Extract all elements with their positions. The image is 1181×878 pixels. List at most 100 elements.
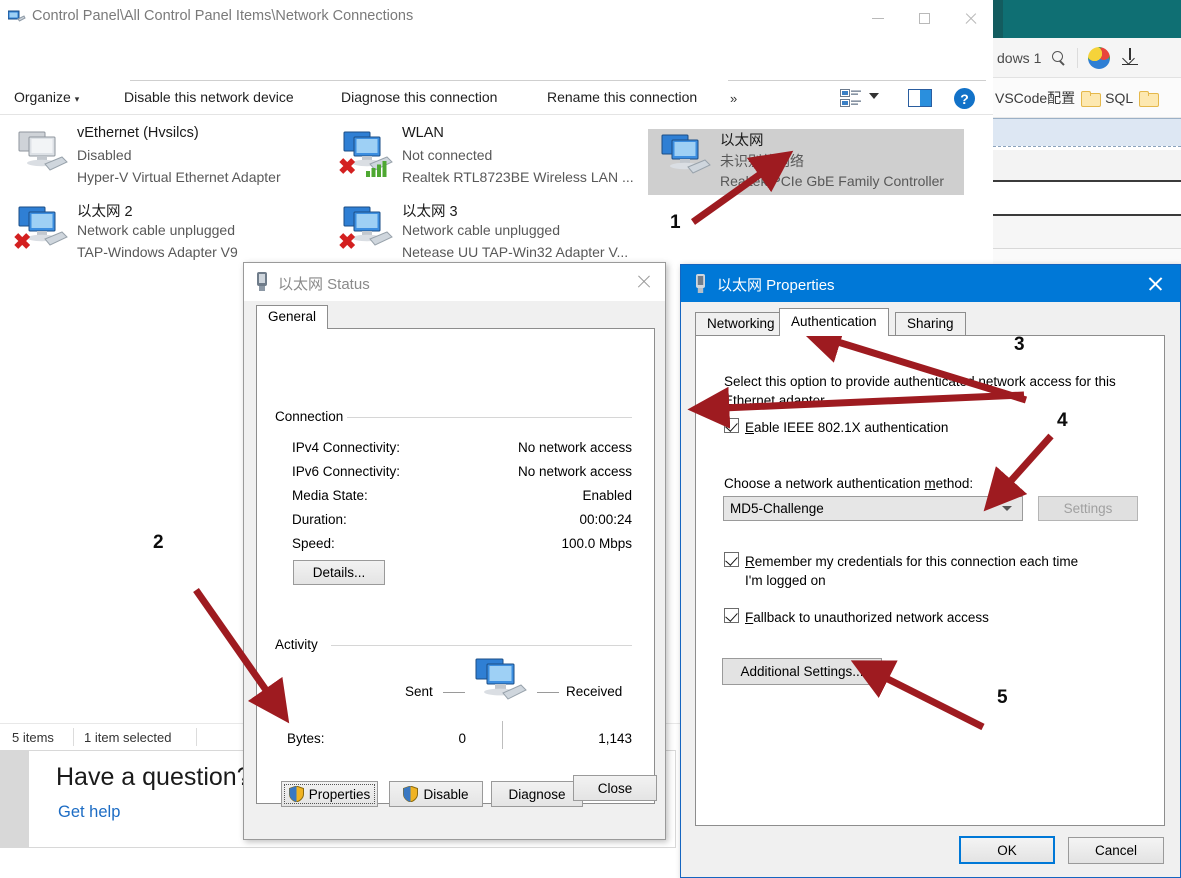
tab-networking[interactable]: Networking (695, 312, 787, 336)
tab-authentication[interactable]: Authentication (779, 308, 889, 336)
field-value-ipv4: No network access (517, 440, 632, 455)
remember-credentials-label: Remember my credentials for this connect… (745, 554, 1079, 569)
background-toolbar: dows 1 (993, 38, 1181, 78)
table-row (993, 182, 1181, 214)
network-adapter-icon (661, 134, 711, 174)
status-dialog-title: 以太网 Status (278, 276, 370, 293)
adapter-tile-ethernet-2[interactable]: ✖ 以太网 2 Network cable unplugged TAP-Wind… (5, 195, 321, 267)
properties-authentication-panel: Select this option to provide authentica… (695, 335, 1165, 826)
adapter-state: Not connected (402, 147, 493, 163)
adapter-device: TAP-Windows Adapter V9 (77, 244, 238, 260)
properties-button[interactable]: Properties (281, 781, 378, 807)
connection-group-label: Connection (271, 409, 348, 424)
organize-button[interactable]: Organize ▾ (14, 89, 79, 105)
tab-general[interactable]: General (256, 305, 329, 329)
adapter-state: Network cable unplugged (77, 222, 235, 238)
sent-label: Sent (405, 684, 433, 699)
network-properties-icon (696, 274, 705, 293)
close-icon[interactable] (636, 274, 651, 289)
disable-device-button[interactable]: Disable this network device (124, 89, 294, 105)
explorer-title: Control Panel\All Control Panel Items\Ne… (32, 8, 414, 24)
close-icon[interactable] (1147, 276, 1162, 291)
disabled-x-icon: ✖ (13, 229, 32, 254)
disabled-x-icon: ✖ (338, 229, 357, 254)
annotation-number-2: 2 (153, 532, 164, 553)
minimize-icon (872, 17, 884, 20)
activity-line-left (443, 692, 465, 693)
preview-pane-icon[interactable] (908, 89, 932, 107)
field-value-duration: 00:00:24 (579, 512, 632, 527)
get-help-link[interactable]: Get help (58, 803, 120, 822)
background-tab-label: dows 1 (997, 49, 1042, 66)
diagnose-connection-button[interactable]: Diagnose this connection (341, 89, 497, 105)
window-buttons (855, 0, 993, 37)
maximize-button[interactable] (901, 0, 947, 37)
maximize-icon (918, 13, 930, 24)
close-button[interactable] (947, 0, 993, 37)
field-value-ipv6: No network access (517, 464, 632, 479)
details-button[interactable]: Details... (293, 560, 385, 585)
additional-settings-button[interactable]: Additional Settings... (722, 658, 882, 685)
close-button[interactable]: Close (573, 775, 657, 801)
disabled-x-icon: ✖ (338, 154, 357, 179)
status-selection-count: 1 item selected (84, 730, 172, 745)
remember-credentials-checkbox[interactable] (724, 552, 739, 567)
ok-button[interactable]: OK (959, 836, 1055, 864)
adapter-state: 未识别的网络 (720, 153, 804, 169)
adapter-state: Network cable unplugged (402, 222, 560, 238)
auth-intro-line1: Select this option to provide authentica… (724, 374, 1116, 389)
field-label-duration: Duration: (292, 512, 347, 527)
chevron-down-icon (1002, 506, 1012, 511)
annotation-number-3: 3 (1014, 334, 1025, 355)
rename-connection-button[interactable]: Rename this connection (547, 89, 697, 105)
help-icon[interactable]: ? (954, 88, 975, 109)
adapter-tile-ethernet-selected[interactable]: 以太网 未识别的网络 Realtek PCIe GbE Family Contr… (648, 129, 964, 195)
shield-icon (288, 786, 304, 802)
diagnose-button[interactable]: Diagnose (491, 781, 583, 807)
field-value-media-state: Enabled (582, 488, 632, 503)
cancel-button[interactable]: Cancel (1068, 837, 1164, 864)
minimize-button[interactable] (855, 0, 901, 37)
adapter-state: Disabled (77, 147, 132, 163)
wifi-signal-icon (366, 161, 387, 177)
background-titlebar (993, 0, 1181, 38)
explorer-titlebar: Control Panel\All Control Panel Items\Ne… (0, 0, 993, 37)
help-card-shadow (0, 750, 28, 848)
tab-sharing[interactable]: Sharing (895, 312, 966, 336)
auth-method-dropdown[interactable]: MD5-Challenge (723, 496, 1023, 521)
download-icon[interactable] (1120, 47, 1140, 68)
ethernet-properties-dialog: 以太网 Properties Networking Authentication… (680, 264, 1181, 878)
group-divider (331, 645, 632, 646)
group-divider (347, 417, 632, 418)
activity-line-right (537, 692, 559, 693)
bookmark-label-sql[interactable]: SQL (1105, 90, 1133, 106)
enable-8021x-label: Eable IEEE 802.1X authentication (745, 420, 949, 435)
annotation-number-5: 5 (997, 687, 1008, 708)
adapter-tile-ethernet-3[interactable]: ✖ 以太网 3 Network cable unplugged Netease … (330, 195, 646, 267)
status-item-count: 5 items (12, 730, 54, 745)
auth-method-value: MD5-Challenge (730, 501, 824, 516)
enable-8021x-checkbox[interactable] (724, 418, 739, 433)
globe-icon[interactable] (1088, 46, 1111, 69)
table-row-divider (993, 146, 1181, 148)
chevron-down-icon: ▾ (74, 94, 80, 104)
close-icon (964, 12, 977, 25)
status-dialog-general-panel: Connection IPv4 Connectivity: No network… (256, 328, 655, 807)
search-icon[interactable] (1051, 50, 1067, 66)
toolbar-overflow-button[interactable]: » (730, 91, 737, 106)
disable-button[interactable]: Disable (389, 781, 483, 807)
network-status-icon (257, 272, 267, 291)
adapter-tile-vethernet[interactable]: vEthernet (Hvsilcs) Disabled Hyper-V Vir… (5, 120, 321, 192)
status-dialog-titlebar: 以太网 Status (244, 263, 665, 301)
change-view-icon[interactable] (840, 89, 862, 107)
properties-dialog-titlebar: 以太网 Properties (681, 265, 1180, 302)
explorer-command-bar: Organize ▾ Disable this network device D… (0, 81, 993, 115)
adapter-tile-wlan[interactable]: ✖ WLAN Not connected Realtek RTL8723BE W… (330, 120, 646, 192)
properties-dialog-tabs: Networking Authentication Sharing (695, 308, 1165, 336)
fallback-unauthorized-label: Fallback to unauthorized network access (745, 610, 989, 625)
field-label-media-state: Media State: (292, 488, 368, 503)
bookmark-label-vscode[interactable]: VSCode配置 (995, 88, 1075, 108)
chevron-down-icon[interactable] (869, 93, 879, 99)
fallback-unauthorized-checkbox[interactable] (724, 608, 739, 623)
adapter-name: vEthernet (Hvsilcs) (77, 125, 199, 141)
